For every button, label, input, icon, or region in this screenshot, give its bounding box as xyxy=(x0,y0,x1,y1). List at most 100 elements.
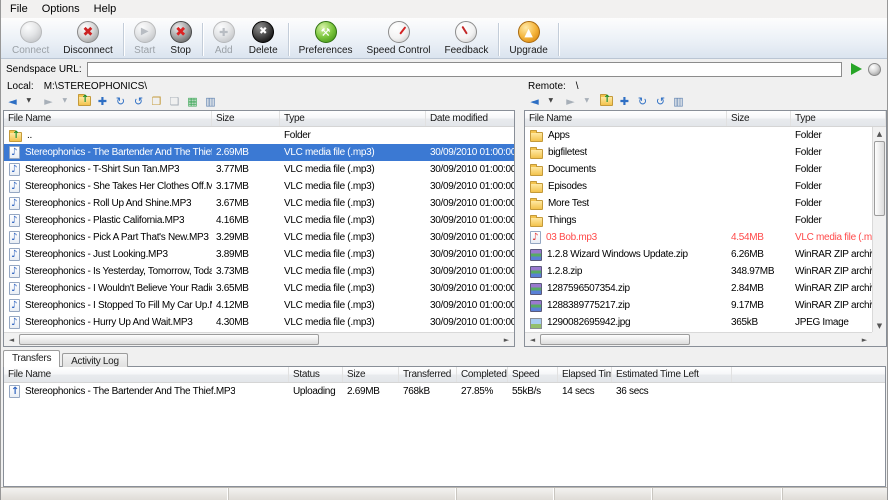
new-folder-icon: ✚ xyxy=(619,94,630,108)
column-header-transferred[interactable]: Transferred xyxy=(399,367,457,382)
remote-h-scrollbar[interactable]: ◄ ► xyxy=(525,332,872,346)
remote-back-button[interactable]: ◄ xyxy=(526,93,543,109)
column-header-file-name[interactable]: File Name xyxy=(4,111,212,126)
column-header-size[interactable]: Size xyxy=(343,367,399,382)
url-go-button[interactable] xyxy=(849,62,863,76)
local-preview-button[interactable]: ▥ xyxy=(202,93,219,109)
scroll-thumb[interactable] xyxy=(540,334,690,345)
column-header-completed[interactable]: Completed xyxy=(457,367,508,382)
start-button[interactable]: ▶ Start xyxy=(127,20,163,56)
scroll-up-button[interactable]: ▲ xyxy=(873,127,886,140)
scroll-thumb[interactable] xyxy=(19,334,319,345)
scroll-track[interactable] xyxy=(540,333,857,346)
column-header-type[interactable]: Type xyxy=(791,111,886,126)
file-row[interactable]: ♪ 03 Bob.mp3 4.54MB VLC media file (.mp3) xyxy=(525,229,872,246)
feedback-button[interactable]: Feedback xyxy=(437,20,495,56)
stop-button[interactable]: ✖ Stop xyxy=(163,20,199,56)
sendspace-url-input[interactable] xyxy=(86,61,842,77)
tab-activity-log[interactable]: Activity Log xyxy=(62,353,128,367)
local-copy-button[interactable]: ❐ xyxy=(148,93,165,109)
column-header-file-name[interactable]: File Name xyxy=(4,367,289,382)
local-h-scrollbar[interactable]: ◄ ► xyxy=(4,332,514,346)
file-row[interactable]: ♪ Stereophonics - Is Yesterday, Tomorrow,… xyxy=(4,263,514,280)
file-row[interactable]: ♪ Stereophonics - I Stopped To Fill My Ca… xyxy=(4,297,514,314)
delete-button[interactable]: ✖ Delete xyxy=(242,20,285,56)
column-header-type[interactable]: Type xyxy=(280,111,426,126)
disconnect-button[interactable]: ✖ Disconnect xyxy=(56,20,119,56)
local-sync-button[interactable]: ↺ xyxy=(130,93,147,109)
file-row[interactable]: 1.2.8.zip 348.97MB WinRAR ZIP archive xyxy=(525,263,872,280)
file-date: 30/09/2010 01:00:00 xyxy=(430,249,514,260)
transfer-row[interactable]: ↑ Stereophonics - The Bartender And The T… xyxy=(4,383,885,400)
file-row[interactable]: ♪ Stereophonics - She Takes Her Clothes O… xyxy=(4,178,514,195)
add-button[interactable]: ✚ Add xyxy=(206,20,242,56)
local-paste-button[interactable]: ❏ xyxy=(166,93,183,109)
column-header-speed[interactable]: Speed xyxy=(508,367,558,382)
scroll-left-button[interactable]: ◄ xyxy=(525,333,540,346)
file-row[interactable]: ♪ Stereophonics - Plastic California.MP3 4… xyxy=(4,212,514,229)
menu-item-file[interactable]: File xyxy=(3,1,35,17)
column-header-size[interactable]: Size xyxy=(212,111,280,126)
scroll-track[interactable] xyxy=(873,140,886,319)
preferences-button[interactable]: ⚒ Preferences xyxy=(292,20,360,56)
file-row[interactable]: ♪ Stereophonics - I Wouldn't Believe Your… xyxy=(4,280,514,297)
remote-v-scrollbar[interactable]: ▲ ▼ xyxy=(872,127,886,332)
url-history-button[interactable] xyxy=(868,62,881,76)
column-header-estimated-time-left[interactable]: Estimated Time Left xyxy=(612,367,732,382)
local-path: M:\STEREOPHONICS\ xyxy=(43,81,148,92)
file-row[interactable]: bigfiletest Folder xyxy=(525,144,872,161)
local-chart-button[interactable]: ▦ xyxy=(184,93,201,109)
file-row[interactable]: Documents Folder xyxy=(525,161,872,178)
remote-back-history-dropdown[interactable]: ▼ xyxy=(544,93,561,109)
scroll-right-button[interactable]: ► xyxy=(499,333,514,346)
column-header-status[interactable]: Status xyxy=(289,367,343,382)
local-forward-history-dropdown[interactable]: ▼ xyxy=(58,93,75,109)
column-header-elapsed-time[interactable]: Elapsed Time xyxy=(558,367,612,382)
local-refresh-button[interactable]: ↻ xyxy=(112,93,129,109)
file-row[interactable]: 1290082695942.jpg 365kB JPEG Image xyxy=(525,314,872,331)
scroll-left-button[interactable]: ◄ xyxy=(4,333,19,346)
upgrade-button[interactable]: ▲ Upgrade xyxy=(502,20,554,56)
file-row[interactable]: ↑.. Folder xyxy=(4,127,514,144)
local-back-history-dropdown[interactable]: ▼ xyxy=(22,93,39,109)
scroll-down-button[interactable]: ▼ xyxy=(873,319,886,332)
remote-preview-button[interactable]: ▥ xyxy=(670,93,687,109)
local-forward-button[interactable]: ► xyxy=(40,93,57,109)
file-row[interactable]: 1287596507354.zip 2.84MB WinRAR ZIP archiv… xyxy=(525,280,872,297)
scroll-right-button[interactable]: ► xyxy=(857,333,872,346)
column-header-size[interactable]: Size xyxy=(727,111,791,126)
file-row[interactable]: Things Folder xyxy=(525,212,872,229)
file-row[interactable]: Apps Folder xyxy=(525,127,872,144)
file-row[interactable]: More Test Folder xyxy=(525,195,872,212)
menu-item-options[interactable]: Options xyxy=(35,1,87,17)
column-header-date-modified[interactable]: Date modified xyxy=(426,111,514,126)
remote-refresh-button[interactable]: ↻ xyxy=(634,93,651,109)
file-row[interactable]: ♪ Stereophonics - T-Shirt Sun Tan.MP3 3.77… xyxy=(4,161,514,178)
file-row[interactable]: ♪ Stereophonics - Hurry Up And Wait.MP3 4.… xyxy=(4,314,514,331)
file-row[interactable]: 1288389775217.zip 9.17MB WinRAR ZIP archiv… xyxy=(525,297,872,314)
local-parent-folder-button[interactable]: ↑ xyxy=(76,93,93,109)
file-row[interactable]: ♪ Stereophonics - Just Looking.MP3 3.89MB V… xyxy=(4,246,514,263)
column-header-file-name[interactable]: File Name xyxy=(525,111,727,126)
menu-item-help[interactable]: Help xyxy=(87,1,124,17)
file-row[interactable]: ♪ Stereophonics - The Bartender And The T… xyxy=(4,144,514,161)
remote-forward-button[interactable]: ► xyxy=(562,93,579,109)
zip-file-icon xyxy=(530,300,542,312)
scroll-track[interactable] xyxy=(19,333,499,346)
file-row[interactable]: Episodes Folder xyxy=(525,178,872,195)
scroll-thumb[interactable] xyxy=(874,141,885,216)
local-back-button[interactable]: ◄ xyxy=(4,93,21,109)
remote-sync-button[interactable]: ↺ xyxy=(652,93,669,109)
local-new-folder-button[interactable]: ✚ xyxy=(94,93,111,109)
remote-new-folder-button[interactable]: ✚ xyxy=(616,93,633,109)
file-row[interactable]: 1.2.8 Wizard Windows Update.zip 6.26MB Win… xyxy=(525,246,872,263)
remote-forward-history-dropdown[interactable]: ▼ xyxy=(580,93,597,109)
speed-control-button[interactable]: Speed Control xyxy=(360,20,438,56)
remote-list-header: File Name Size Type xyxy=(525,111,886,127)
file-row[interactable]: ♪ Stereophonics - Pick A Part That's New.… xyxy=(4,229,514,246)
remote-parent-folder-button[interactable]: ↑ xyxy=(598,93,615,109)
file-row[interactable]: ♪ Stereophonics - Roll Up And Shine.MP3 3.… xyxy=(4,195,514,212)
forward-icon: ► xyxy=(566,94,575,108)
tab-transfers[interactable]: Transfers xyxy=(3,350,61,367)
connect-button[interactable]: Connect xyxy=(5,20,56,56)
